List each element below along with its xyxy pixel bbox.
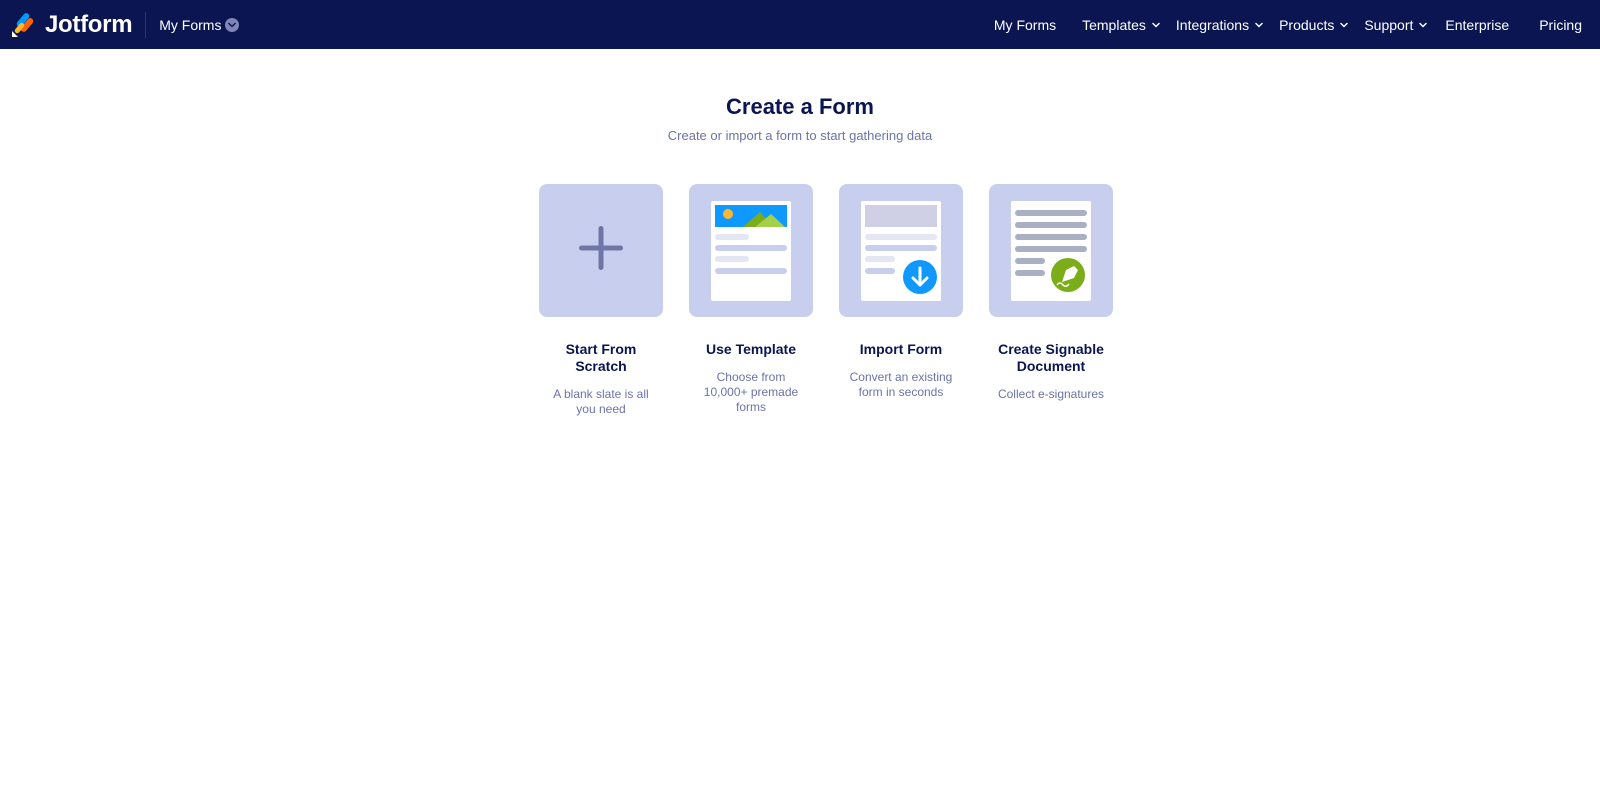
option-description: Convert an existing form in seconds [849,370,953,399]
option-tile[interactable] [839,184,963,317]
template-icon [689,184,813,317]
start-from-scratch-option[interactable]: Start From Scratch A blank slate is all … [539,184,663,417]
brand[interactable]: Jotform [11,0,133,49]
nav-support[interactable]: Support [1364,0,1428,49]
create-signable-document-option[interactable]: Create Signable Document Collect e-signa… [989,184,1113,417]
option-tile[interactable] [539,184,663,317]
option-title: Import Form [859,341,943,357]
nav-pricing[interactable]: Pricing [1539,0,1582,49]
option-description: A blank slate is all you need [553,387,649,416]
option-title: Start From Scratch [565,341,637,374]
option-tile[interactable] [689,184,813,317]
plus-icon [578,225,624,276]
import-icon [839,184,963,317]
brand-name: Jotform [45,10,133,38]
header-divider [145,11,147,38]
chevron-down-icon [225,17,240,32]
chevron-down-icon [1255,22,1263,28]
top-navigation-bar: Jotform My Forms My Forms Templates Inte… [0,0,1600,49]
option-title: Create Signable Document [998,341,1104,374]
nav-label: Products [1279,16,1335,33]
page-title: Create a Form [726,94,874,119]
nav-label: Support [1364,16,1414,33]
nav-enterprise[interactable]: Enterprise [1445,0,1509,49]
nav-templates[interactable]: Templates [1082,0,1160,49]
create-options: Start From Scratch A blank slate is all … [539,184,1113,417]
nav-my-forms[interactable]: My Forms [994,0,1056,49]
option-description: Choose from 10,000+ premade forms [703,370,799,414]
option-tile[interactable] [989,184,1113,317]
chevron-down-icon [1152,22,1160,28]
nav-label: My Forms [993,16,1057,33]
nav-label: Integrations [1175,16,1250,33]
nav-label: Enterprise [1445,16,1510,33]
my-forms-dropdown-label: My Forms [159,16,222,33]
nav-integrations[interactable]: Integrations [1176,0,1263,49]
my-forms-dropdown[interactable]: My Forms [159,16,240,33]
page-subtitle: Create or import a form to start gatheri… [667,128,933,143]
chevron-down-icon [1419,22,1428,28]
nav-products[interactable]: Products [1279,0,1349,49]
option-description: Collect e-signatures [997,387,1105,401]
signature-icon [989,184,1113,317]
jotform-logo-icon [11,12,35,38]
use-template-option[interactable]: Use Template Choose from 10,000+ premade… [689,184,813,417]
option-title: Use Template [706,341,796,357]
main-nav: My Forms Templates Integrations Products… [994,0,1600,49]
import-form-option[interactable]: Import Form Convert an existing form in … [839,184,963,417]
nav-label: Templates [1082,16,1146,33]
nav-label: Pricing [1539,16,1582,33]
chevron-down-icon [1340,22,1349,28]
